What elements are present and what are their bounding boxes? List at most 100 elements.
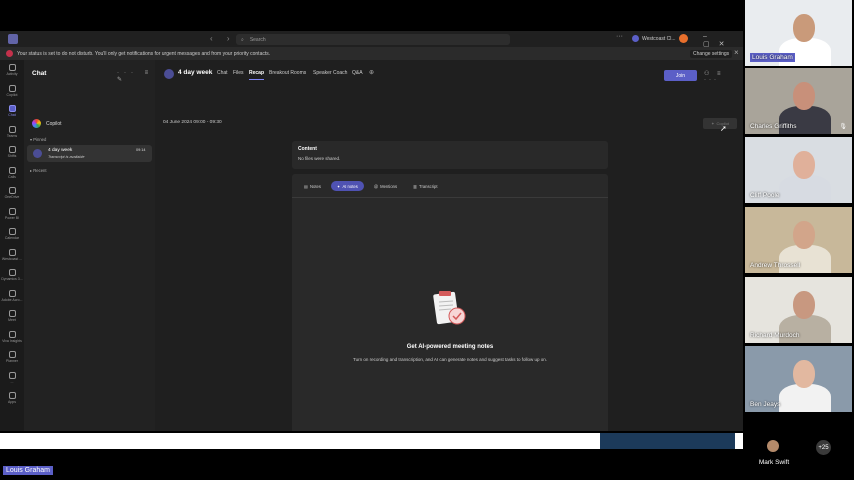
meeting-title: 4 day week [178, 69, 213, 76]
copilot-label: Copilot [46, 120, 62, 127]
chat-panel-title: Chat [32, 70, 47, 77]
cloud-icon [8, 187, 16, 195]
more-icon [8, 371, 16, 379]
pinned-section[interactable]: ▾ Pinned [30, 137, 46, 142]
rail-item-label: Westcoast ... [1, 256, 23, 261]
tab-ai-notes[interactable]: ✦ AI notes [330, 181, 364, 191]
nav-arrows-icon[interactable]: ‹ › [210, 34, 236, 43]
copilot-icon [32, 119, 41, 128]
meeting-datetime: 04 June 2024 09:00 - 09:30 [163, 120, 222, 125]
rail-item-1[interactable]: Copilot [0, 81, 24, 102]
tab-mentions[interactable]: @ Mentions [368, 181, 403, 191]
tab-notes[interactable]: ▤ Notes [298, 181, 327, 191]
pinned-label: Pinned [33, 137, 47, 142]
divider [292, 197, 608, 198]
rail-item-14[interactable]: Planner [0, 347, 24, 368]
tab-chat[interactable]: Chat [217, 70, 228, 76]
rail-item-9[interactable]: Westcoast ... [0, 245, 24, 266]
recent-label: Recent [33, 168, 47, 173]
rail-item-7[interactable]: Power BI [0, 204, 24, 225]
participant-tile[interactable]: Richard Murdoch [745, 277, 852, 343]
rail-item-8[interactable]: Calendar [0, 224, 24, 245]
participant-tile[interactable]: Andrew Throssell [745, 207, 852, 273]
rail-item-16[interactable]: Apps [0, 388, 24, 409]
rail-item-15[interactable]: ... [0, 368, 24, 389]
rail-item-2[interactable]: Chat [0, 101, 24, 122]
change-settings-button[interactable]: Change settings [690, 50, 733, 58]
participant-name: Andrew Throssell [750, 262, 801, 269]
tab-recap[interactable]: Recap [249, 70, 265, 80]
mouse-cursor-icon: ➚ [720, 124, 727, 133]
person-head [793, 151, 815, 179]
account-area[interactable]: Westcoast Cl... [632, 34, 688, 43]
title-bar: ‹ › ⌕ Search ··· Westcoast Cl... –▢✕ [0, 31, 743, 48]
rail-item-6[interactable]: OneDrive [0, 183, 24, 204]
teams-icon [8, 125, 16, 133]
rail-item-label: Apps [8, 400, 16, 405]
chat-item-name: 4 day week [48, 148, 73, 153]
rail-item-5[interactable]: Calls [0, 163, 24, 184]
participant-tile[interactable]: Cliff Poole [745, 137, 852, 203]
rail-item-13[interactable]: Viva Insights [0, 327, 24, 348]
copilot-chat-item[interactable]: Copilot [32, 119, 62, 128]
participant-name: Louis Graham [750, 53, 795, 62]
mic-icon: 🎙 [839, 124, 847, 130]
participant-name: Ben Jeays [750, 401, 781, 408]
meeting-avatar [164, 69, 174, 79]
window-controls[interactable]: –▢✕ [703, 33, 743, 48]
rail-item-label: Chat [8, 113, 16, 118]
join-button[interactable]: Join [664, 70, 697, 81]
empty-state-description: Turn on recording and transcription, and… [353, 357, 547, 362]
tab-files[interactable]: Files [233, 70, 244, 76]
rail-item-10[interactable]: Dynamics 3... [0, 265, 24, 286]
participant-tile[interactable]: Charles Griffiths 🎙 [745, 68, 852, 134]
overflow-participant-name: Mark Swift [758, 459, 790, 466]
rail-item-label: Calls [8, 174, 16, 179]
ai-notes-icon: ✦ [336, 183, 341, 189]
person-head [793, 14, 815, 42]
notification-icon[interactable] [632, 35, 639, 42]
tab-transcript[interactable]: ▥ Transcript [407, 181, 443, 191]
notes-illustration-icon [433, 291, 466, 325]
avatar[interactable] [678, 34, 688, 43]
shifts-icon [8, 146, 16, 154]
person-body [779, 384, 831, 412]
tab-speaker-coach[interactable]: Speaker Coach [313, 70, 347, 76]
tab-breakout-rooms[interactable]: Breakout Rooms [269, 70, 306, 76]
add-tab-icon[interactable]: ⊕ [369, 69, 374, 76]
rail-item-label: Calendar [4, 236, 20, 241]
rail-item-label: Viva Insights [2, 338, 22, 343]
chart-icon [8, 207, 16, 215]
participant-tile[interactable]: Ben Jeays [745, 346, 852, 412]
chat-item-4-day-week[interactable]: 4 day week Transcript is available 09:14 [27, 145, 152, 162]
org-name: Westcoast Cl... [642, 35, 676, 42]
avatar [33, 149, 42, 158]
rail-item-4[interactable]: Shifts [0, 142, 24, 163]
rail-item-label: Shifts [7, 154, 17, 159]
recent-section[interactable]: ▸ Recent [30, 168, 47, 173]
copilot-icon [8, 84, 16, 92]
rail-item-11[interactable]: Adobe Acro... [0, 286, 24, 307]
header-action-icons[interactable]: ⚇ ≡ ··· [704, 70, 743, 83]
participant-tile[interactable]: Louis Graham [745, 0, 852, 66]
chat-item-subtitle: Transcript is available [48, 155, 85, 159]
notes-card: ▤ Notes ✦ AI notes @ Mentions ▥ Transcript G… [292, 174, 608, 431]
app-icon [8, 248, 16, 256]
chat-panel: Chat ··· ≡ ✎ Copilot ▾ Pinned 4 day week… [24, 60, 155, 431]
more-participants-button[interactable]: +25 [816, 440, 831, 455]
content-value: No files were shared. [298, 156, 341, 161]
rail-item-3[interactable]: Teams [0, 122, 24, 143]
close-icon[interactable]: × [734, 48, 739, 57]
rail-item-0[interactable]: Activity [0, 60, 24, 81]
rail-item-12[interactable]: Meet [0, 306, 24, 327]
more-options-icon[interactable]: ··· [616, 33, 623, 40]
avatar [767, 440, 779, 452]
search-icon: ⌕ [241, 36, 244, 43]
chat-header-icons[interactable]: ··· ≡ ✎ [117, 70, 155, 83]
phone-icon [8, 166, 16, 174]
person-head [793, 291, 815, 319]
content-heading: Content [298, 146, 317, 152]
tab-qa[interactable]: Q&A [352, 70, 363, 76]
tab-transcript-label: Transcript [419, 183, 438, 189]
search-input[interactable]: ⌕ Search [236, 34, 510, 45]
